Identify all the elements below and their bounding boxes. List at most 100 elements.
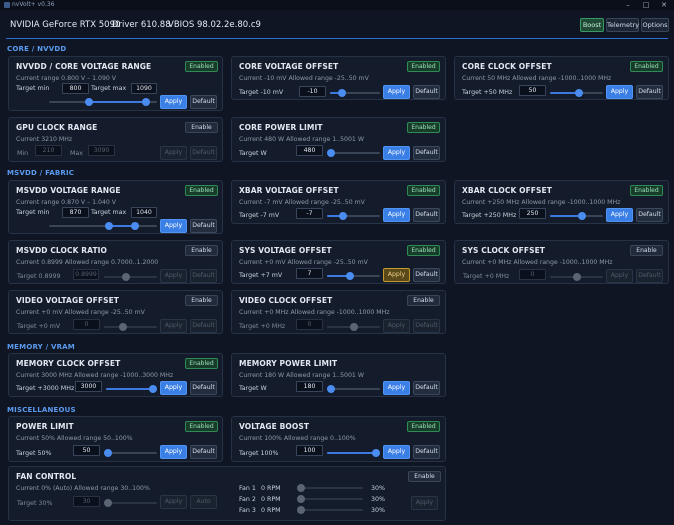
target-input[interactable]: 50 <box>519 85 546 96</box>
current-value: Current 3210 MHz <box>16 136 73 143</box>
enable-button[interactable]: Enable <box>185 122 218 133</box>
apply-button[interactable]: Apply <box>606 208 633 222</box>
offset-slider[interactable] <box>106 384 157 394</box>
apply-button[interactable]: Apply <box>383 208 410 222</box>
enabled-badge[interactable]: Enabled <box>407 421 440 432</box>
enabled-badge[interactable]: Enabled <box>407 185 440 196</box>
enable-button[interactable]: Enable <box>185 245 218 256</box>
card-voltage-boost: VOLTAGE BOOST Enabled Current 100% Allow… <box>231 416 446 462</box>
enabled-badge[interactable]: Enabled <box>630 61 663 72</box>
card-title: VIDEO VOLTAGE OFFSET <box>16 296 120 305</box>
apply-button: Apply <box>160 269 187 283</box>
default-button[interactable]: Default <box>413 445 440 459</box>
power-slider[interactable] <box>104 448 157 458</box>
fan-percent: 30% <box>371 507 385 514</box>
apply-button[interactable]: Apply <box>160 219 187 233</box>
apply-button[interactable]: Apply <box>383 381 410 395</box>
boost-button[interactable]: Boost <box>580 18 604 32</box>
card-title: XBAR VOLTAGE OFFSET <box>239 186 339 195</box>
apply-button: Apply <box>606 269 633 283</box>
power-slider[interactable] <box>327 384 380 394</box>
fan-label: Fan 2 <box>239 496 256 503</box>
fan-speed-slider <box>297 505 363 515</box>
voltage-range-slider[interactable] <box>49 221 157 231</box>
target-max-input[interactable]: 1090 <box>131 83 157 94</box>
telemetry-button[interactable]: Telemetry <box>606 18 639 32</box>
enabled-badge[interactable]: Enabled <box>185 61 218 72</box>
target-input[interactable]: 250 <box>519 208 546 219</box>
options-button[interactable]: Options <box>641 18 669 32</box>
offset-slider[interactable] <box>327 271 380 281</box>
target-min-label: Target min <box>16 85 50 92</box>
target-min-input[interactable]: 800 <box>62 83 89 94</box>
apply-button[interactable]: Apply <box>160 95 187 109</box>
target-input[interactable]: 7 <box>296 268 323 279</box>
gpu-name: NVIDIA GeForce RTX 5090 <box>10 20 121 30</box>
target-input[interactable]: 180 <box>296 381 323 392</box>
target-input[interactable]: 480 <box>296 145 323 156</box>
current-value: Current 180 W Allowed range 1..5001 W <box>239 372 364 379</box>
default-button[interactable]: Default <box>636 208 663 222</box>
target-input[interactable]: 100 <box>296 445 323 456</box>
offset-slider[interactable] <box>550 88 603 98</box>
enabled-badge[interactable]: Enabled <box>185 358 218 369</box>
target-max-input[interactable]: 1040 <box>131 207 157 218</box>
power-slider[interactable] <box>327 148 380 158</box>
section-misc: MISCELLANEOUS <box>7 406 76 414</box>
minimize-icon[interactable]: – <box>620 0 636 10</box>
enabled-badge[interactable]: Enabled <box>630 185 663 196</box>
card-title: CORE CLOCK OFFSET <box>462 62 552 71</box>
header-divider <box>6 38 668 39</box>
default-button[interactable]: Default <box>190 445 217 459</box>
enable-button[interactable]: Enable <box>408 471 441 482</box>
min-label: Min <box>17 150 29 157</box>
card-title: MSVDD VOLTAGE RANGE <box>16 186 121 195</box>
apply-button[interactable]: Apply <box>160 381 187 395</box>
target-input: 0 <box>73 319 100 330</box>
default-button[interactable]: Default <box>636 85 663 99</box>
target-input[interactable]: 50 <box>73 445 100 456</box>
default-button[interactable]: Default <box>190 381 217 395</box>
enabled-badge[interactable]: Enabled <box>185 421 218 432</box>
voltage-range-slider[interactable] <box>49 97 157 107</box>
default-button: Default <box>190 269 217 283</box>
target-input[interactable]: 3000 <box>75 381 102 392</box>
target-input[interactable]: -7 <box>296 208 323 219</box>
apply-button[interactable]: Apply <box>606 85 633 99</box>
default-button[interactable]: Default <box>190 95 217 109</box>
close-icon[interactable]: ✕ <box>656 0 672 10</box>
enabled-badge[interactable]: Enabled <box>185 185 218 196</box>
enabled-badge[interactable]: Enabled <box>407 245 440 256</box>
enabled-badge[interactable]: Enabled <box>407 122 440 133</box>
current-value: Current +0 mV Allowed range -25..50 mV <box>239 259 368 266</box>
offset-slider <box>550 272 603 282</box>
default-button[interactable]: Default <box>413 268 440 282</box>
app-title-text: nvVolt+ v0.36 <box>12 1 55 8</box>
offset-slider[interactable] <box>550 211 603 221</box>
enable-button[interactable]: Enable <box>185 295 218 306</box>
offset-slider[interactable] <box>330 88 380 98</box>
offset-slider[interactable] <box>327 211 380 221</box>
target-min-input[interactable]: 870 <box>62 207 89 218</box>
default-button[interactable]: Default <box>413 146 440 160</box>
enable-button[interactable]: Enable <box>630 245 663 256</box>
target-input[interactable]: -10 <box>299 86 326 97</box>
boost-slider[interactable] <box>327 448 380 458</box>
apply-button: Apply <box>160 146 187 160</box>
card-title: GPU CLOCK RANGE <box>16 123 98 132</box>
enabled-badge[interactable]: Enabled <box>407 61 440 72</box>
apply-button-pending[interactable]: Apply <box>383 268 410 282</box>
apply-button[interactable]: Apply <box>383 85 410 99</box>
card-core-voltage-offset: CORE VOLTAGE OFFSET Enabled Current -10 … <box>231 56 446 100</box>
apply-button[interactable]: Apply <box>160 445 187 459</box>
maximize-icon[interactable]: □ <box>638 0 654 10</box>
default-button[interactable]: Default <box>413 85 440 99</box>
default-button[interactable]: Default <box>413 208 440 222</box>
apply-button[interactable]: Apply <box>383 146 410 160</box>
default-button[interactable]: Default <box>190 219 217 233</box>
enable-button[interactable]: Enable <box>407 295 440 306</box>
fan-speed-slider <box>297 494 363 504</box>
apply-button[interactable]: Apply <box>383 445 410 459</box>
default-button[interactable]: Default <box>413 381 440 395</box>
current-value: Current 100% Allowed range 0..100% <box>239 435 356 442</box>
